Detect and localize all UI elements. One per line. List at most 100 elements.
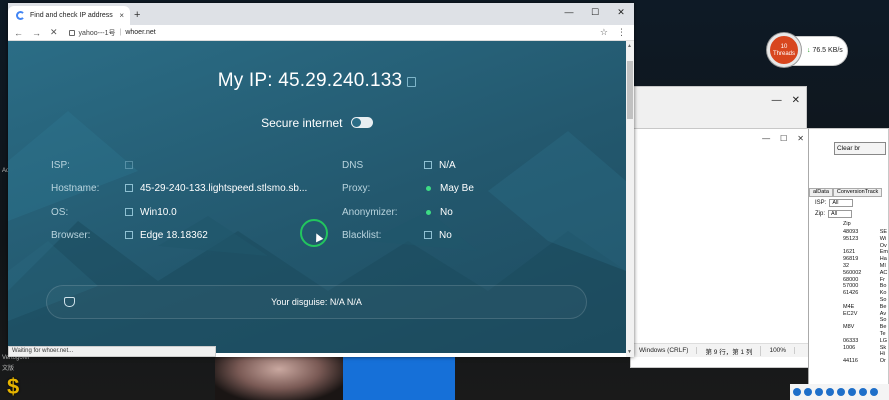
proxy-label: Proxy: (342, 183, 371, 195)
zip-cell: 96819 (843, 256, 859, 263)
anonymizer-label: Anonymizer: (342, 206, 398, 218)
isp-row: ISP: (51, 160, 307, 183)
is-cell: Or (879, 358, 886, 365)
maximize-button[interactable]: ☐ (780, 134, 787, 143)
os-label: OS: (51, 206, 69, 218)
minimize-button[interactable]: — (762, 134, 770, 143)
bookmark-star-icon[interactable]: ☆ (600, 27, 608, 38)
tab-aldata[interactable]: alData (809, 188, 833, 197)
isp-filter-select[interactable]: All (829, 199, 854, 207)
close-button[interactable]: ✕ (792, 95, 800, 106)
speed-widget[interactable]: 10 Threads ↓ 76.5 KB/s (767, 33, 848, 67)
zip-cell: 68000 (843, 276, 859, 283)
tab-conversiontrack[interactable]: ConversionTrack (832, 188, 883, 197)
tray-icon[interactable] (859, 388, 867, 396)
zip-cell: 1006 (843, 344, 856, 351)
new-tab-button[interactable]: + (134, 9, 140, 21)
browser-row: Browser: Edge 18.18362 (51, 230, 307, 253)
blacklist-row: Blacklist: No (342, 230, 474, 253)
zip-cell: 48093 (843, 229, 859, 235)
server-icon (125, 184, 133, 193)
tray-icon[interactable] (837, 388, 845, 396)
minimize-button[interactable]: — (772, 95, 782, 106)
close-button[interactable]: ✕ (608, 3, 634, 25)
omnibox-separator: | (119, 29, 122, 36)
is-cell: Ko (879, 290, 887, 297)
tray-icon[interactable] (815, 388, 823, 396)
tray-icon[interactable] (793, 388, 801, 396)
anonymizer-value: No (440, 206, 453, 218)
blacklist-label: Blacklist: (342, 229, 382, 241)
scroll-down-icon[interactable]: ▼ (627, 349, 632, 355)
is-cell: Sk (879, 344, 887, 351)
back-button[interactable]: ← (14, 28, 23, 38)
browser-window[interactable]: Find and check IP address × + — ☐ ✕ ← → … (8, 3, 634, 357)
tray-icon[interactable] (804, 388, 812, 396)
threads-badge: 10 Threads (767, 33, 801, 67)
clear-button[interactable]: Clear br (834, 142, 886, 155)
zip-cell (843, 317, 880, 324)
is-column: IS (849, 221, 889, 228)
tab-close-icon[interactable]: × (119, 11, 124, 20)
line-ending: Windows (CRLF) (631, 347, 698, 354)
close-button[interactable]: ✕ (797, 134, 804, 143)
dns-label: DNS (342, 160, 364, 171)
is-cell: Be (879, 303, 887, 310)
vertical-scrollbar[interactable]: ▲ ▼ (626, 41, 634, 357)
data-window[interactable]: Clear br alData ConversionTrack ISP: All… (808, 128, 889, 400)
browser-value: Edge 18.18362 (140, 229, 208, 241)
secure-internet-toggle[interactable] (350, 117, 373, 128)
disguise-text: Your disguise: N/A N/A (271, 297, 362, 307)
is-cell: AC (879, 269, 888, 276)
hostname-value: 45-29-240-133.lightspeed.stlsmo.sb... (140, 183, 308, 195)
tray-icon[interactable] (848, 388, 856, 396)
zip-values: 48093 95123 1621 96819 32 560002 68000 57000 614… (809, 229, 880, 365)
stop-button[interactable]: ✕ (50, 27, 58, 38)
windows-icon (125, 207, 133, 216)
zip-filter-select[interactable]: All (828, 210, 853, 218)
hostname-label: Hostname: (51, 183, 100, 195)
tab-strip: alData ConversionTrack (809, 188, 888, 197)
is-values: SE Wi Ov Em Ha MI AC Fr Bo Ko So Be Av So Be Te LG Sk Hi Or (880, 229, 888, 365)
is-cell: Hi (879, 351, 885, 358)
is-cell: Av (879, 310, 887, 317)
browser-tab[interactable]: Find and check IP address × (8, 6, 130, 25)
tray-icon[interactable] (826, 388, 834, 396)
my-ip-text: My IP: 45.29.240.133 (217, 70, 403, 91)
scroll-up-icon[interactable]: ▲ (627, 43, 632, 49)
desktop-photo (215, 356, 343, 400)
zip-filter: Zip: All (815, 210, 853, 218)
zip-column: Zip (809, 221, 851, 228)
threads-count: 10 (780, 44, 788, 50)
os-value: Win10.0 (140, 206, 177, 218)
zip-cell (843, 297, 880, 304)
my-ip-heading: My IP: 45.29.240.133 (8, 70, 626, 92)
maximize-button[interactable]: ☐ (582, 3, 608, 25)
notepad-window[interactable]: — ☐ ✕ Windows (CRLF) 第 9 行，第 1 列 100% (630, 128, 811, 368)
is-cell: SE (879, 229, 888, 235)
copy-icon[interactable] (407, 77, 417, 87)
is-cell: Be (879, 324, 887, 331)
minimize-button[interactable]: — (556, 3, 582, 25)
address-bar[interactable]: yahoo---1号 | whoer.net (68, 28, 591, 38)
proxy-value: May Be (440, 183, 474, 195)
menu-icon[interactable]: ⋮ (617, 27, 626, 38)
scrollbar-thumb[interactable] (627, 61, 633, 119)
zip-cell: 1621 (843, 249, 856, 256)
system-tray (790, 384, 889, 400)
window-controls: — ☐ ✕ (556, 3, 634, 25)
status-dot-icon (426, 209, 431, 215)
forward-button[interactable]: → (32, 28, 41, 38)
list-icon (424, 230, 432, 239)
dns-row: DNS N/A (342, 160, 474, 183)
tray-icon[interactable] (870, 388, 878, 396)
zip-cell: M4E (843, 303, 855, 310)
filter-label: Zip: (815, 211, 826, 217)
is-cell: Ha (879, 256, 887, 263)
window-titlebar: — ✕ (631, 87, 806, 113)
blacklist-value: No (439, 229, 452, 241)
dollar-icon[interactable]: $ (7, 374, 19, 400)
browser-label: Browser: (51, 229, 91, 241)
tab-title: Find and check IP address (30, 12, 113, 19)
zip-cell: 61426 (843, 290, 859, 297)
